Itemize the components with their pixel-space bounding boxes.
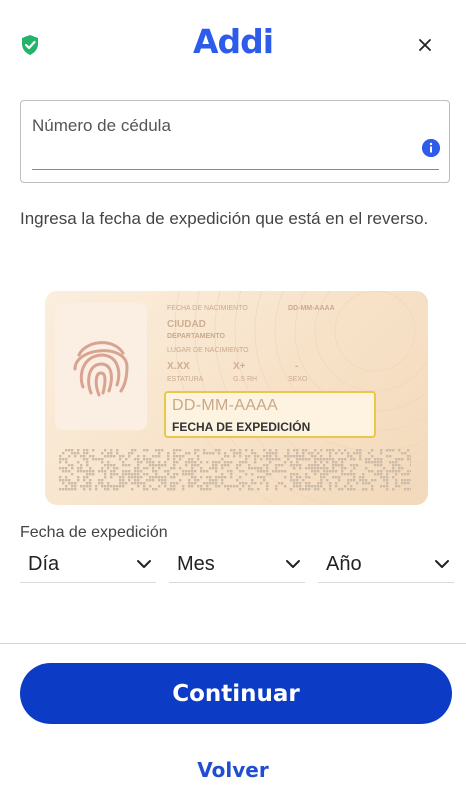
barcode: [59, 449, 411, 491]
chevron-down-icon: [286, 560, 300, 568]
blood-type-label: G.S RH: [233, 376, 258, 383]
height-label: ESTATURA: [167, 376, 204, 383]
day-select[interactable]: Día: [20, 548, 156, 583]
chevron-down-icon: [435, 560, 449, 568]
expedition-date-title: Fecha de expedición: [20, 524, 168, 541]
day-select-value: Día: [28, 553, 60, 575]
id-number-field[interactable]: Número de cédula: [20, 100, 450, 183]
info-icon[interactable]: [422, 139, 440, 157]
expedition-highlight: DD-MM-AAAA FECHA DE EXPEDICIÓN: [164, 391, 376, 438]
month-select[interactable]: Mes: [169, 548, 305, 583]
year-select-value: Año: [326, 553, 362, 575]
addi-logo: Addi: [192, 22, 274, 61]
id-number-label: Número de cédula: [32, 116, 171, 135]
back-link[interactable]: Volver: [0, 758, 466, 782]
month-select-value: Mes: [177, 553, 215, 575]
expedition-date-text: DD-MM-AAAA: [172, 397, 279, 414]
id-number-underline: [32, 169, 439, 170]
close-icon[interactable]: [412, 32, 438, 58]
birth-place-label: LUGAR DE NACIMIENTO: [167, 347, 249, 354]
birth-date-label: FECHA DE NACIMIENTO: [167, 305, 248, 312]
sex-value: -: [295, 361, 299, 372]
continue-button[interactable]: Continuar: [20, 663, 452, 724]
instruction-text: Ingresa la fecha de expedición que está …: [20, 209, 429, 228]
sex-label: SEXO: [288, 376, 308, 383]
year-select[interactable]: Año: [318, 548, 454, 583]
expedition-date-label: FECHA DE EXPEDICIÓN: [172, 420, 311, 434]
id-number-input[interactable]: [32, 145, 444, 169]
blood-type-value: X+: [233, 361, 246, 372]
height-value: X.XX: [167, 361, 190, 372]
department-text: DEPARTAMENTO: [167, 333, 225, 340]
birth-date-value: DD-MM-AAAA: [288, 305, 335, 312]
header: Addi: [0, 0, 466, 90]
footer-divider: [0, 643, 466, 644]
city-text: CIUDAD: [167, 319, 206, 330]
id-card-illustration: FECHA DE NACIMIENTO DD-MM-AAAA CIUDAD DE…: [45, 291, 428, 505]
fingerprint-icon: [73, 341, 129, 397]
chevron-down-icon: [137, 560, 151, 568]
fingerprint-box: [55, 303, 147, 430]
